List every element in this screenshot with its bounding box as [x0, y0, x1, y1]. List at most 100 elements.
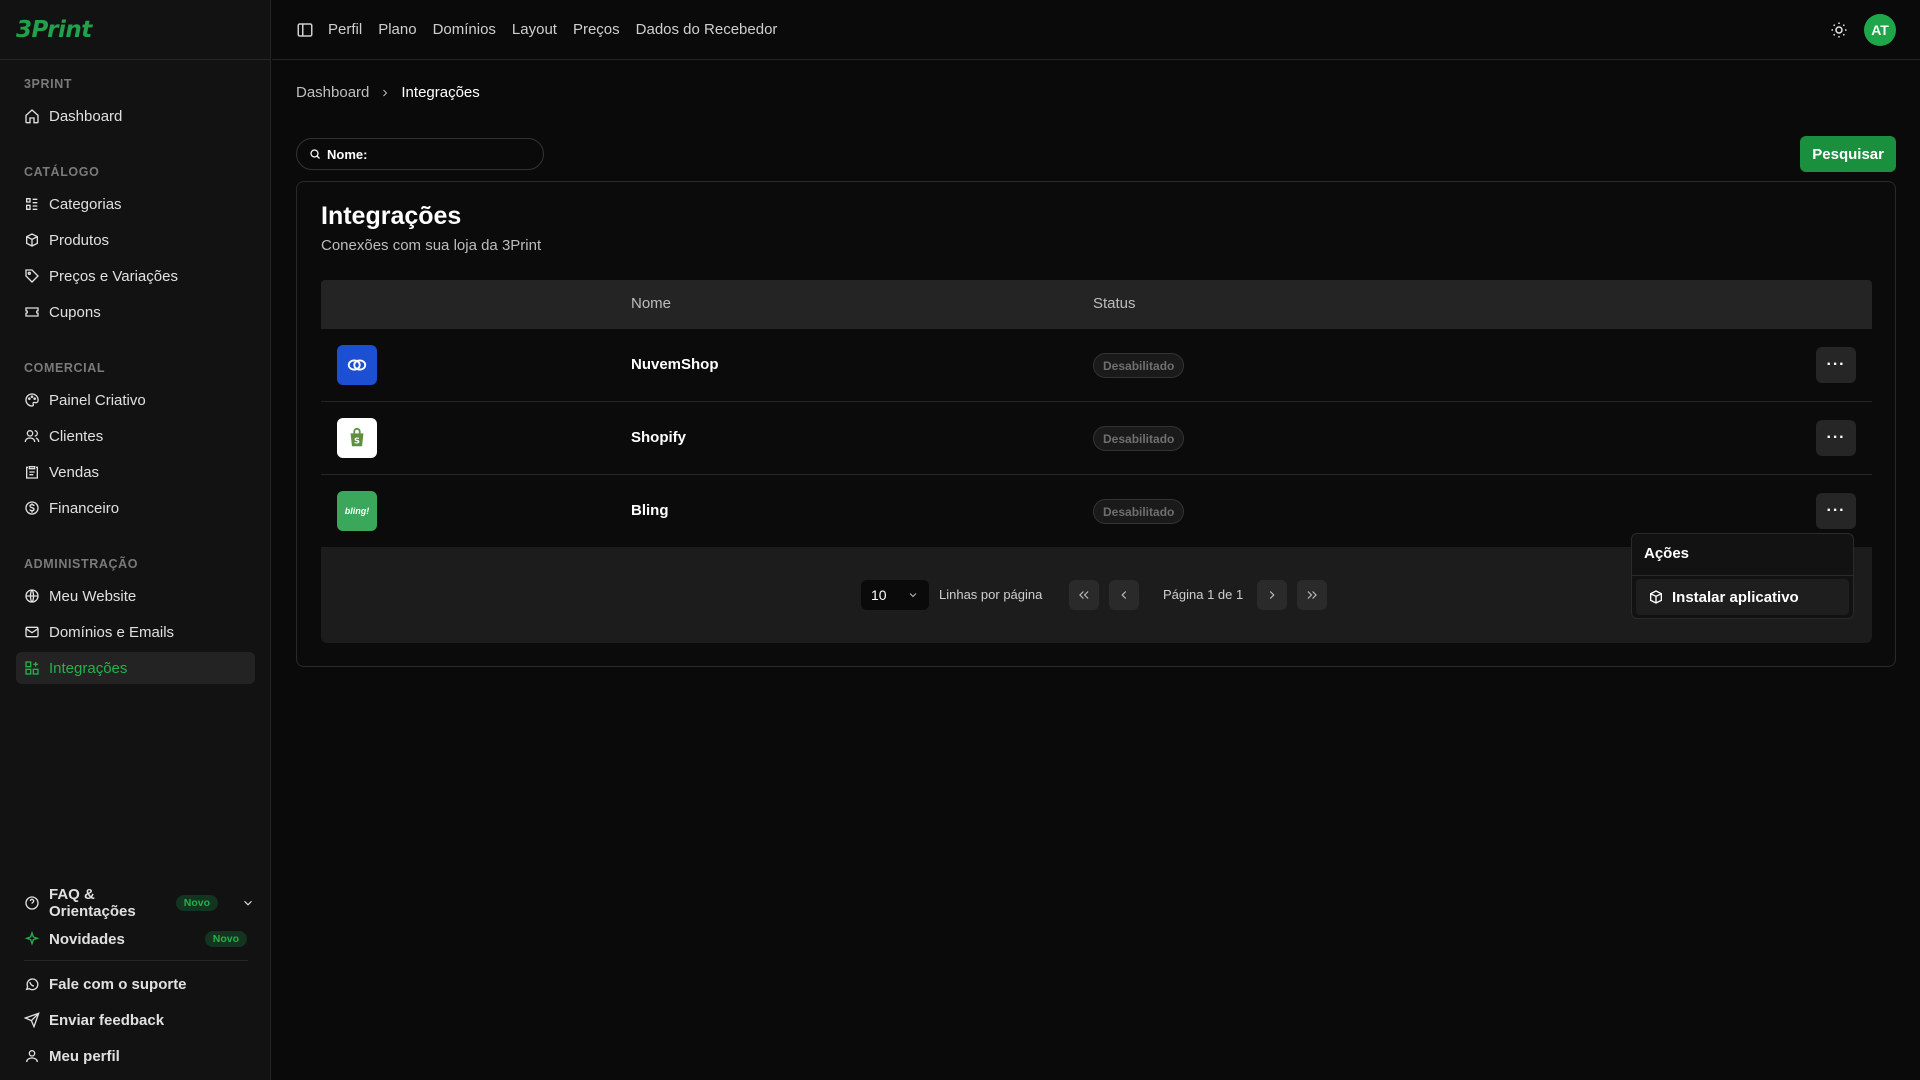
- sidebar-item-label: Financeiro: [49, 499, 120, 517]
- breadcrumb: Dashboard Integrações: [296, 84, 480, 101]
- sidebar-item-meu-perfil[interactable]: Meu perfil: [16, 1040, 255, 1072]
- sidebar-item-label: Painel Criativo: [49, 391, 146, 409]
- chevron-left-icon: [1121, 591, 1127, 599]
- theme-toggle-sun-icon[interactable]: [1830, 21, 1848, 39]
- new-badge: Novo: [175, 895, 218, 911]
- sidebar-item-label: Integrações: [49, 659, 128, 677]
- sidebar-item-label: Dashboard: [49, 107, 123, 125]
- prev-page-button[interactable]: [1109, 580, 1139, 610]
- sidebar-item-dashboard[interactable]: Dashboard: [16, 100, 255, 132]
- sidebar-item-dominios-emails[interactable]: Domínios e Emails: [16, 616, 255, 648]
- mail-icon: [25, 626, 39, 638]
- whatsapp-icon: [25, 978, 39, 991]
- integration-name: Shopify: [631, 429, 686, 446]
- sidebar-item-cupons[interactable]: Cupons: [16, 296, 255, 328]
- search-icon: [310, 149, 320, 159]
- sidebar-item-vendas[interactable]: Vendas: [16, 456, 255, 488]
- breadcrumb-current: Integrações: [401, 84, 480, 101]
- globe-icon: [25, 589, 39, 603]
- sparkles-icon: [24, 931, 40, 946]
- sidebar-item-faq[interactable]: FAQ & Orientações Novo: [16, 886, 255, 920]
- ticket-icon: [25, 307, 39, 317]
- page-subtitle: Conexões com sua loja da 3Print: [321, 237, 542, 254]
- nav-link-perfil[interactable]: Perfil: [328, 21, 362, 38]
- install-app-menu-item[interactable]: Instalar aplicativo: [1636, 579, 1849, 615]
- sidebar-item-label: Categorias: [49, 195, 122, 213]
- integrations-table: Nome Status NuvemShop Desabilitado ··· S…: [321, 280, 1872, 548]
- package-icon: [1650, 590, 1662, 604]
- table-row: S Shopify Desabilitado ···: [321, 402, 1872, 475]
- chevron-down-icon: [244, 900, 252, 906]
- bling-logo: bling!: [337, 491, 377, 531]
- sidebar-item-clientes[interactable]: Clientes: [16, 420, 255, 452]
- rows-per-page-value: 10: [871, 587, 887, 603]
- column-header-name: Nome: [631, 295, 672, 312]
- section-label-administracao: ADMINISTRAÇÃO: [24, 557, 139, 571]
- chevron-right-icon: [1269, 591, 1275, 599]
- row-actions-button[interactable]: ···: [1816, 420, 1856, 456]
- sidebar-item-suporte[interactable]: Fale com o suporte: [16, 968, 255, 1000]
- menu-item-label: Instalar aplicativo: [1672, 588, 1799, 606]
- sidebar-item-label: Enviar feedback: [49, 1011, 165, 1029]
- page-info: Página 1 de 1: [1163, 587, 1244, 602]
- row-actions-button[interactable]: ···: [1816, 493, 1856, 529]
- status-badge: Desabilitado: [1093, 426, 1185, 451]
- sidebar-item-label: Preços e Variações: [49, 267, 178, 285]
- status-badge: Desabilitado: [1093, 499, 1185, 524]
- nuvemshop-logo: [337, 345, 377, 385]
- grid-icon: [25, 661, 39, 675]
- nav-link-plano[interactable]: Plano: [378, 21, 416, 38]
- tag-icon: [25, 269, 39, 283]
- sidebar-item-label: Meu Website: [49, 587, 137, 605]
- sidebar-item-novidades[interactable]: Novidades Novo: [16, 923, 255, 955]
- chevrons-left-icon: [1079, 591, 1089, 599]
- page-title: Integrações: [321, 202, 462, 230]
- chevron-right-icon: [383, 89, 388, 96]
- sidebar-item-integracoes[interactable]: Integrações: [16, 652, 255, 684]
- new-badge: Novo: [204, 931, 247, 947]
- sidebar-item-feedback[interactable]: Enviar feedback: [16, 1004, 255, 1036]
- nav-link-dados-recebedor[interactable]: Dados do Recebedor: [636, 21, 778, 38]
- user-icon: [26, 1050, 38, 1063]
- logo-area: 3Print: [0, 0, 270, 60]
- topbar: Perfil Plano Domínios Layout Preços Dado…: [272, 0, 1920, 60]
- box-icon: [26, 233, 38, 247]
- sidebar-item-categorias[interactable]: Categorias: [16, 188, 255, 220]
- dollar-icon: [25, 501, 39, 515]
- sidebar-item-produtos[interactable]: Produtos: [16, 224, 255, 256]
- table-header: Nome Status: [321, 280, 1872, 329]
- clipboard-icon: [26, 466, 38, 479]
- breadcrumb-dashboard[interactable]: Dashboard: [296, 84, 369, 101]
- sidebar-item-financeiro[interactable]: Financeiro: [16, 492, 255, 524]
- sidebar-item-label: Domínios e Emails: [49, 623, 175, 641]
- dropdown-divider: [1632, 575, 1853, 576]
- rows-per-page-select[interactable]: 10: [861, 580, 929, 610]
- sidebar-item-painel-criativo[interactable]: Painel Criativo: [16, 384, 255, 416]
- palette-icon: [25, 393, 39, 407]
- sidebar-item-label: Cupons: [49, 303, 101, 321]
- search-input[interactable]: [327, 146, 517, 162]
- table-row: NuvemShop Desabilitado ···: [321, 329, 1872, 402]
- sidebar-toggle-icon[interactable]: [296, 21, 314, 39]
- next-page-button[interactable]: [1257, 580, 1287, 610]
- status-badge: Desabilitado: [1093, 353, 1185, 378]
- nav-link-precos[interactable]: Preços: [573, 21, 620, 38]
- sidebar-item-label: FAQ & Orientações: [49, 886, 136, 920]
- shopping-bag-icon: S: [350, 427, 364, 447]
- home-icon: [25, 109, 39, 124]
- search-button[interactable]: Pesquisar: [1800, 136, 1896, 172]
- nav-link-dominios[interactable]: Domínios: [433, 21, 496, 38]
- sidebar-item-precos-variacoes[interactable]: Preços e Variações: [16, 260, 255, 292]
- dropdown-title: Ações: [1644, 545, 1690, 562]
- brand-logo[interactable]: 3Print: [16, 17, 92, 43]
- sidebar-item-meu-website[interactable]: Meu Website: [16, 580, 255, 612]
- section-label-comercial: COMERCIAL: [24, 361, 106, 375]
- nav-link-layout[interactable]: Layout: [512, 21, 557, 38]
- sidebar-item-label: Clientes: [49, 427, 104, 445]
- chevrons-right-icon: [1307, 591, 1317, 599]
- row-actions-button[interactable]: ···: [1816, 347, 1856, 383]
- avatar[interactable]: AT: [1864, 14, 1896, 46]
- sidebar-item-label: Novidades: [49, 930, 125, 948]
- last-page-button[interactable]: [1297, 580, 1327, 610]
- first-page-button[interactable]: [1069, 580, 1099, 610]
